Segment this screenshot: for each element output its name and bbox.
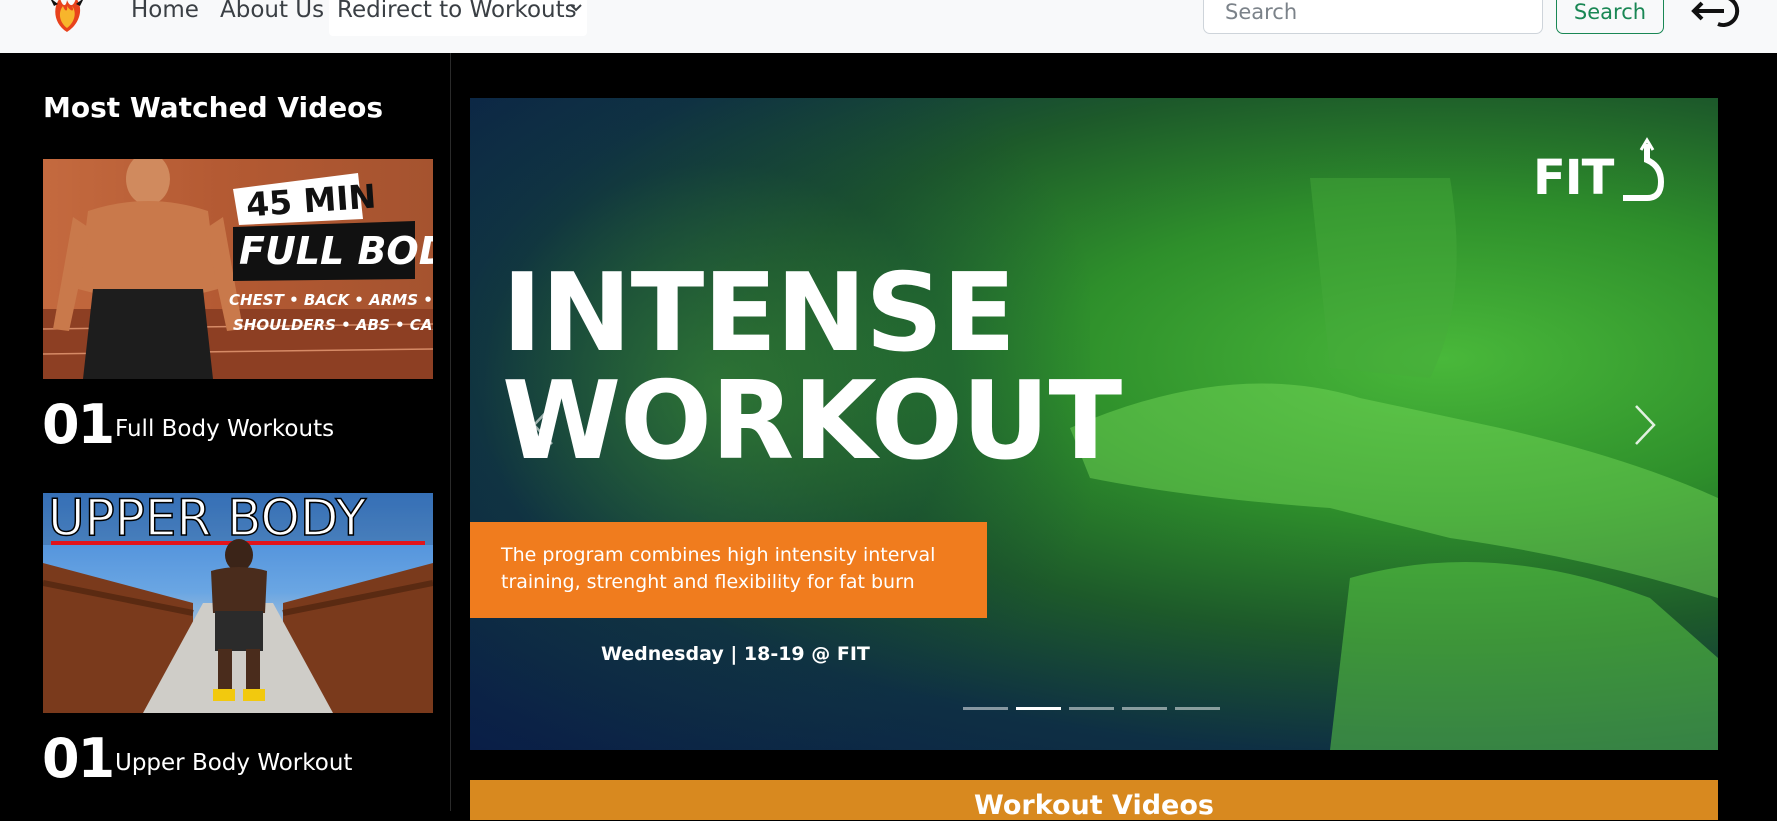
nav-about-link[interactable]: About Us	[220, 0, 324, 23]
chevron-right-icon[interactable]	[1632, 404, 1658, 446]
fit-logo-hook-icon	[1623, 137, 1665, 201]
thumb-full-body-text: FULL BODY	[239, 229, 433, 273]
workouts-dropdown-label: Redirect to Workouts	[337, 0, 577, 23]
navbar: Home About Us Redirect to Workouts Searc…	[0, 0, 1777, 53]
workout-videos-title: Workout Videos	[974, 790, 1214, 821]
hero-title-line-2: WORKOUT	[502, 359, 1122, 484]
video-rank-number: 01	[42, 393, 115, 456]
video-title-link[interactable]: Upper Body Workout	[115, 750, 352, 776]
search-input[interactable]: Search	[1203, 0, 1543, 34]
carousel-indicator-active[interactable]	[1016, 707, 1061, 710]
hero-description-box: The program combines high intensity inte…	[470, 522, 987, 618]
logout-icon[interactable]	[1690, 0, 1746, 28]
fit-logo-text: FIT	[1533, 150, 1614, 206]
sidebar: Most Watched Videos 45 MIN FULL BODY CHE…	[0, 53, 451, 811]
video-title-link[interactable]: Full Body Workouts	[115, 416, 334, 442]
flame-bull-logo-icon[interactable]	[44, 0, 90, 32]
hero-title: INTENSE WORKOUT	[502, 251, 1122, 484]
nav-home-link[interactable]: Home	[131, 0, 199, 23]
sidebar-title: Most Watched Videos	[43, 91, 384, 124]
thumb-muscles-line-1: CHEST • BACK • ARMS • LEGS	[229, 291, 433, 309]
thumb-upper-body-text: UPPER BODY	[47, 493, 367, 548]
thumb-muscles-line-2: SHOULDERS • ABS • CARDIO	[233, 316, 433, 334]
search-button-label: Search	[1573, 0, 1647, 24]
video-rank-number: 01	[42, 727, 115, 790]
video-thumbnail-upper-body[interactable]: UPPER BODY	[43, 493, 433, 713]
hero-schedule: Wednesday | 18-19 @ FIT	[601, 643, 870, 665]
carousel-indicator[interactable]	[1175, 707, 1220, 710]
workouts-dropdown[interactable]: Redirect to Workouts	[329, 0, 587, 36]
carousel-indicator[interactable]	[963, 707, 1008, 710]
search-button[interactable]: Search	[1556, 0, 1664, 34]
hero-carousel: INTENSE WORKOUT The program combines hig…	[470, 98, 1718, 750]
hero-athlete-image	[1070, 178, 1718, 750]
carousel-indicator[interactable]	[1122, 707, 1167, 710]
search-placeholder: Search	[1225, 0, 1298, 24]
chevron-down-icon	[570, 4, 582, 12]
workout-videos-header: Workout Videos	[470, 780, 1718, 821]
carousel-indicators	[963, 707, 1220, 710]
chevron-left-icon[interactable]	[530, 404, 556, 446]
fit-logo: FIT	[1533, 136, 1665, 208]
hero-title-line-1: INTENSE	[502, 251, 1016, 376]
carousel-indicator[interactable]	[1069, 707, 1114, 710]
hero-description: The program combines high intensity inte…	[501, 544, 936, 593]
video-thumbnail-full-body[interactable]: 45 MIN FULL BODY CHEST • BACK • ARMS • L…	[43, 159, 433, 379]
